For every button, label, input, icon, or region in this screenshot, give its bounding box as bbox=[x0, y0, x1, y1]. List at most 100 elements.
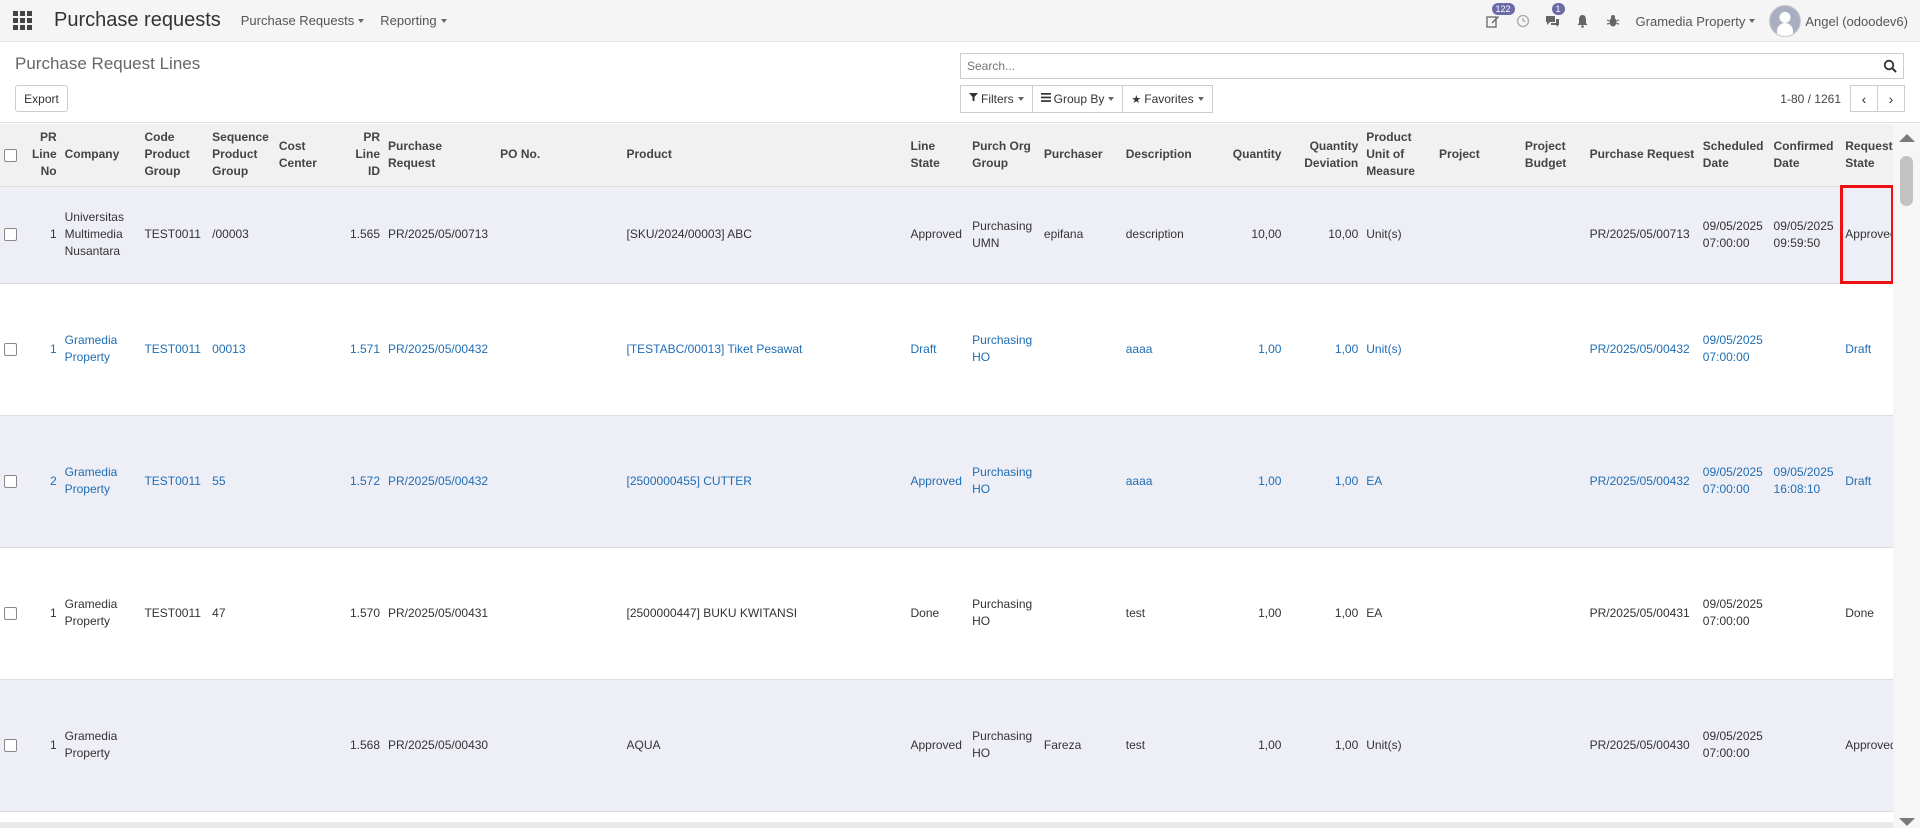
row-checkbox[interactable] bbox=[4, 606, 17, 620]
cell-purchaser bbox=[1040, 283, 1122, 415]
cell-cost-center bbox=[275, 679, 339, 811]
company-switcher[interactable]: Gramedia Property bbox=[1636, 14, 1756, 29]
column-header-request-state[interactable]: Request State bbox=[1841, 124, 1893, 187]
bell-icon[interactable] bbox=[1568, 0, 1598, 42]
row-select-cell[interactable] bbox=[0, 547, 22, 679]
row-checkbox[interactable] bbox=[4, 474, 17, 488]
column-header-description[interactable]: Description bbox=[1121, 124, 1212, 187]
table-row[interactable]: 2 Gramedia Property TEST0011 55 1.572 PR… bbox=[0, 415, 1893, 547]
column-header-line-state[interactable]: Line State bbox=[906, 124, 969, 187]
table-row[interactable]: 1 Gramedia Property TEST0011 00013 1.571… bbox=[0, 283, 1893, 415]
row-select-cell[interactable] bbox=[0, 186, 22, 283]
cell-purchase-request-2: PR/2025/05/00432 bbox=[1589, 341, 1690, 356]
column-header-purchase-request-2[interactable]: Purchase Request bbox=[1585, 124, 1699, 187]
row-checkbox[interactable] bbox=[4, 342, 17, 356]
cell-company: Gramedia Property bbox=[64, 333, 118, 364]
column-header-line-no[interactable]: PR Line No bbox=[22, 124, 61, 187]
cell-purchase-request: PR/2025/05/00432 bbox=[388, 473, 489, 488]
row-select-cell[interactable] bbox=[0, 283, 22, 415]
scroll-up-arrow-icon[interactable] bbox=[1899, 134, 1915, 142]
select-all-header[interactable] bbox=[0, 124, 23, 187]
clock-icon[interactable] bbox=[1508, 0, 1538, 42]
messages-icon[interactable]: 1 bbox=[1538, 0, 1568, 42]
cell-project bbox=[1435, 283, 1521, 415]
row-select-cell[interactable] bbox=[0, 679, 22, 811]
cell-company: Gramedia Property bbox=[64, 729, 118, 760]
cell-quantity-deviation: 1,00 bbox=[1334, 341, 1359, 356]
cell-po-no bbox=[496, 415, 622, 547]
filters-button[interactable]: Filters bbox=[960, 85, 1033, 113]
caret-down-icon bbox=[1017, 97, 1024, 101]
filter-icon bbox=[969, 93, 978, 105]
pager-value[interactable]: 1-80 / 1261 bbox=[1780, 92, 1841, 106]
cell-purchase-request-2: PR/2025/05/00431 bbox=[1589, 605, 1690, 620]
cell-quantity: 1,00 bbox=[1258, 473, 1282, 488]
cell-project bbox=[1435, 415, 1521, 547]
export-button[interactable]: Export bbox=[15, 85, 68, 112]
column-header-uom[interactable]: Product Unit of Measure bbox=[1362, 124, 1436, 187]
pager-next-button[interactable]: › bbox=[1877, 85, 1905, 112]
list-icon bbox=[1040, 93, 1051, 105]
cell-purch-org-group: Purchasing HO bbox=[972, 333, 1033, 364]
column-header-pr-line-id[interactable]: PR Line ID bbox=[338, 124, 384, 187]
pager-previous-button[interactable]: ‹ bbox=[1850, 85, 1878, 112]
column-header-project-budget[interactable]: Project Budget bbox=[1520, 124, 1586, 187]
cell-company: Gramedia Property bbox=[64, 597, 118, 628]
row-select-cell[interactable] bbox=[0, 415, 22, 547]
column-header-scheduled-date[interactable]: Scheduled Date bbox=[1698, 124, 1770, 187]
cell-request-state: Approved bbox=[1845, 737, 1893, 752]
cell-product: [TESTABC/00013] Tiket Pesawat bbox=[626, 341, 803, 356]
scroll-down-arrow-icon[interactable] bbox=[1899, 818, 1915, 826]
caret-down-icon bbox=[1749, 19, 1756, 23]
table-row[interactable]: 1 Gramedia Property 1.568 PR/2025/05/004… bbox=[0, 679, 1893, 811]
menu-reporting[interactable]: Reporting bbox=[380, 13, 447, 28]
activity-edit-icon[interactable]: 122 bbox=[1478, 0, 1515, 42]
column-header-purch-org-group[interactable]: Purch Org Group bbox=[968, 124, 1040, 187]
favorites-button[interactable]: ★ Favorites bbox=[1122, 85, 1213, 113]
horizontal-scrollbar[interactable] bbox=[0, 822, 1893, 828]
cell-purch-org-group: Purchasing HO bbox=[972, 465, 1033, 496]
messages-badge: 1 bbox=[1551, 3, 1565, 15]
select-all-checkbox[interactable] bbox=[4, 148, 17, 162]
column-header-cost-center[interactable]: Cost Center bbox=[274, 124, 339, 187]
cell-project-budget bbox=[1521, 547, 1586, 679]
column-header-purchaser[interactable]: Purchaser bbox=[1039, 124, 1122, 187]
top-menu: Purchase Requests Reporting bbox=[241, 13, 463, 28]
cell-cost-center bbox=[275, 283, 339, 415]
systray: 122 1 Gramedia Property Angel (odoodev6) bbox=[1478, 0, 1920, 42]
search-input[interactable] bbox=[967, 59, 1877, 73]
column-header-purchase-request[interactable]: Purchase Request bbox=[384, 124, 497, 187]
table-row[interactable]: 1 Gramedia Property TEST0011 47 1.570 PR… bbox=[0, 547, 1893, 679]
menu-purchase-requests[interactable]: Purchase Requests bbox=[241, 13, 365, 28]
column-header-quantity-deviation[interactable]: Quantity Deviation bbox=[1285, 124, 1363, 187]
cell-line-no: 1 bbox=[49, 605, 57, 620]
group-by-button[interactable]: Group By bbox=[1031, 85, 1124, 113]
debug-bug-icon[interactable] bbox=[1598, 0, 1628, 42]
column-header-sequence-product-group[interactable]: Sequence Product Group bbox=[208, 124, 275, 187]
column-header-product[interactable]: Product bbox=[622, 124, 907, 187]
pager: 1-80 / 1261 ‹ › bbox=[1780, 85, 1905, 112]
cell-purchase-request: PR/2025/05/00430 bbox=[388, 737, 489, 752]
column-header-quantity[interactable]: Quantity bbox=[1211, 124, 1286, 187]
app-menu-icon[interactable] bbox=[0, 0, 44, 42]
cell-pr-line-id: 1.570 bbox=[349, 605, 380, 620]
cell-request-state: Draft bbox=[1845, 473, 1872, 488]
vertical-scrollbar[interactable] bbox=[1893, 124, 1920, 828]
column-header-code-product-group[interactable]: Code Product Group bbox=[140, 124, 209, 187]
cell-uom: Unit(s) bbox=[1366, 227, 1402, 241]
column-header-po-no[interactable]: PO No. bbox=[496, 124, 623, 187]
caret-down-icon bbox=[1197, 97, 1204, 101]
scrollbar-thumb[interactable] bbox=[1900, 156, 1913, 206]
table-row[interactable]: 1 Universitas Multimedia Nusantara TEST0… bbox=[0, 185, 1893, 284]
column-header-project[interactable]: Project bbox=[1435, 124, 1521, 187]
row-checkbox[interactable] bbox=[4, 228, 17, 242]
cell-scheduled-date: 09/05/2025 07:00:00 bbox=[1702, 333, 1763, 364]
column-header-confirmed-date[interactable]: Confirmed Date bbox=[1769, 124, 1842, 187]
cell-confirmed-date bbox=[1770, 283, 1842, 415]
column-header-company[interactable]: Company bbox=[60, 124, 141, 187]
search-icon[interactable] bbox=[1877, 54, 1903, 78]
row-checkbox[interactable] bbox=[4, 738, 17, 752]
user-menu[interactable]: Angel (odoodev6) bbox=[1769, 5, 1908, 37]
cell-sequence-product-group: 55 bbox=[212, 473, 226, 488]
cell-description: test bbox=[1125, 737, 1146, 752]
